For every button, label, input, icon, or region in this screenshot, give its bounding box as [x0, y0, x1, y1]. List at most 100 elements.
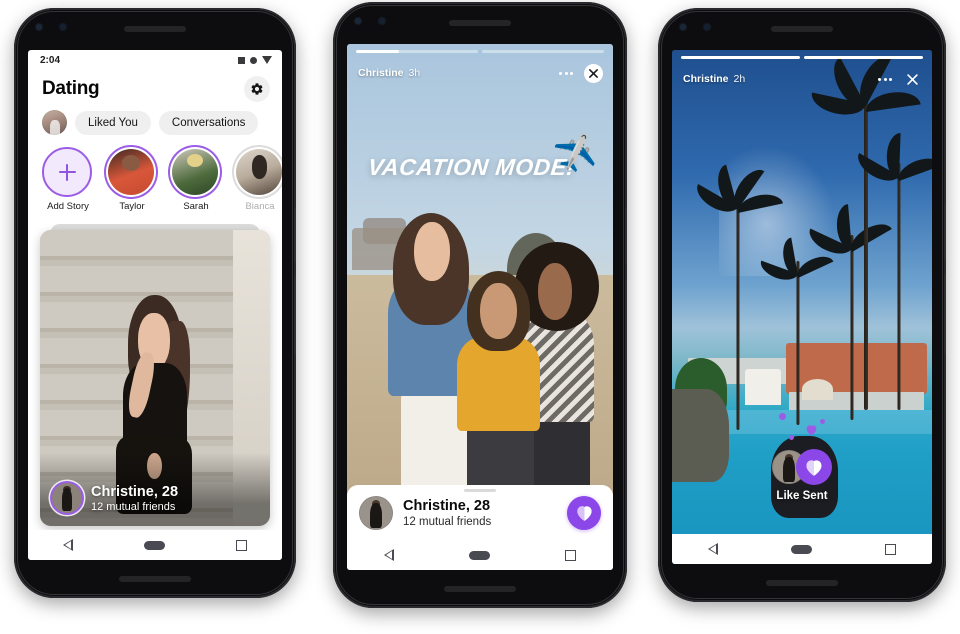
- android-nav-bar: [28, 530, 282, 560]
- phone1-frame-top: [14, 8, 296, 50]
- story-sarah[interactable]: Sarah: [170, 147, 222, 212]
- front-camera-dots: [680, 24, 710, 30]
- profile-mutual-friends: 12 mutual friends: [91, 501, 176, 513]
- avatar[interactable]: [52, 483, 82, 513]
- status-time: 2:04: [40, 54, 61, 66]
- profile-card[interactable]: Christine, 28 12 mutual friends: [40, 230, 270, 526]
- camera-dot: [704, 24, 710, 30]
- recents-icon[interactable]: [884, 543, 896, 555]
- home-icon[interactable]: [468, 550, 490, 560]
- phone-device-2: VACATION MODE! ✈️ Christine 3h Christine…: [333, 2, 627, 608]
- story-bianca[interactable]: Bianca: [234, 147, 282, 212]
- phone2-frame-top: [333, 2, 627, 44]
- like-button[interactable]: [567, 496, 601, 530]
- power-button[interactable]: [294, 208, 296, 262]
- bottom-speaker-grille: [119, 576, 191, 582]
- page-title: Dating: [42, 78, 100, 99]
- bottom-speaker-grille: [766, 580, 838, 586]
- volume-button[interactable]: [294, 276, 296, 354]
- story-viewer[interactable]: VACATION MODE! ✈️ Christine 3h Christine…: [347, 44, 613, 570]
- square-icon: [238, 56, 245, 64]
- close-glyph: [589, 68, 598, 78]
- power-button[interactable]: [625, 208, 627, 264]
- story-timestamp: 2h: [733, 73, 746, 85]
- phone2-screen: VACATION MODE! ✈️ Christine 3h Christine…: [347, 44, 613, 570]
- avatar[interactable]: [359, 496, 393, 530]
- front-camera-dots: [36, 24, 66, 30]
- story-ring: [170, 147, 220, 197]
- story-ring: [106, 147, 156, 197]
- story-label: Add Story: [47, 201, 89, 212]
- earpiece-speaker: [771, 26, 833, 32]
- user-avatar[interactable]: [42, 110, 67, 135]
- gear-icon: [251, 83, 263, 95]
- close-glyph: [907, 73, 918, 85]
- back-icon[interactable]: [384, 548, 395, 561]
- story-progress-segment: [482, 50, 604, 53]
- story-viewer[interactable]: Christine 2h Like Sent: [672, 50, 932, 564]
- chip-liked-you[interactable]: Liked You: [75, 110, 151, 135]
- close-icon[interactable]: [584, 63, 603, 83]
- burst-dot: [789, 435, 794, 440]
- back-icon[interactable]: [708, 542, 719, 555]
- back-icon[interactable]: [63, 538, 74, 551]
- earpiece-speaker: [449, 20, 511, 26]
- story-progress-segment: [681, 56, 800, 59]
- more-options-icon[interactable]: [878, 77, 892, 81]
- recents-icon[interactable]: [235, 539, 247, 551]
- phone3-frame-bottom: [658, 564, 946, 602]
- profile-bottom-sheet[interactable]: Christine, 28 12 mutual friends: [347, 485, 613, 540]
- home-icon[interactable]: [143, 540, 165, 550]
- earpiece-speaker: [124, 26, 186, 32]
- phone3-screen: Christine 2h Like Sent: [672, 50, 932, 564]
- story-progress-bar: [681, 56, 923, 59]
- story-photo-subjects: [347, 207, 613, 502]
- story-username: Christine: [358, 67, 404, 79]
- burst-heart-icon: [805, 423, 818, 441]
- camera-dot: [680, 24, 686, 30]
- filter-chips-row: Liked You Conversations: [28, 106, 282, 143]
- phone3-frame-top: [658, 8, 946, 50]
- story-label: Bianca: [245, 201, 275, 212]
- home-icon[interactable]: [790, 544, 812, 554]
- more-options-icon[interactable]: [559, 71, 573, 75]
- screenshot-canvas: 2:04 Dating Liked You Conversations Add …: [0, 0, 960, 634]
- front-camera-dots: [355, 18, 385, 24]
- profile-card-text: Christine, 28 12 mutual friends: [91, 484, 178, 516]
- status-icons: [238, 56, 272, 64]
- camera-dot: [379, 18, 385, 24]
- recents-icon[interactable]: [564, 549, 576, 561]
- profile-card-overlay: Christine, 28 12 mutual friends: [40, 452, 270, 526]
- story-thumbnail: [108, 149, 154, 195]
- drag-handle[interactable]: [464, 489, 496, 492]
- story-ring: [234, 147, 282, 197]
- story-top-bar: Christine 2h: [683, 66, 922, 92]
- palm-tree: [853, 132, 932, 410]
- circle-icon: [250, 56, 257, 64]
- power-button[interactable]: [944, 204, 946, 260]
- volume-button[interactable]: [625, 280, 627, 360]
- phone1-frame-bottom: [14, 560, 296, 598]
- close-icon[interactable]: [903, 70, 922, 89]
- like-sent-row: [672, 449, 932, 485]
- palm-tree: [692, 163, 784, 431]
- like-sent-heart-button[interactable]: [796, 449, 832, 485]
- chip-conversations[interactable]: Conversations: [158, 110, 259, 135]
- story-progress-segment: [356, 50, 478, 53]
- swipe-card-deck: Christine, 28 12 mutual friends: [40, 224, 270, 526]
- status-bar: 2:04: [28, 50, 282, 70]
- plus-icon: [58, 163, 76, 181]
- profile-mutual-friends: 12 mutual friends: [403, 516, 492, 528]
- phone-device-1: 2:04 Dating Liked You Conversations Add …: [14, 8, 296, 598]
- settings-button[interactable]: [244, 76, 270, 102]
- app-header: Dating: [28, 70, 282, 106]
- story-add-story[interactable]: Add Story: [42, 147, 94, 212]
- add-story-circle: [42, 147, 92, 197]
- profile-info: Christine, 28 12 mutual friends: [403, 498, 557, 528]
- stories-row[interactable]: Add Story Taylor Sarah Bianca: [28, 143, 282, 218]
- story-taylor[interactable]: Taylor: [106, 147, 158, 212]
- story-label: Sarah: [183, 201, 209, 212]
- volume-button[interactable]: [944, 274, 946, 354]
- phone2-frame-bottom: [333, 570, 627, 608]
- profile-name: Christine, 28: [403, 498, 491, 514]
